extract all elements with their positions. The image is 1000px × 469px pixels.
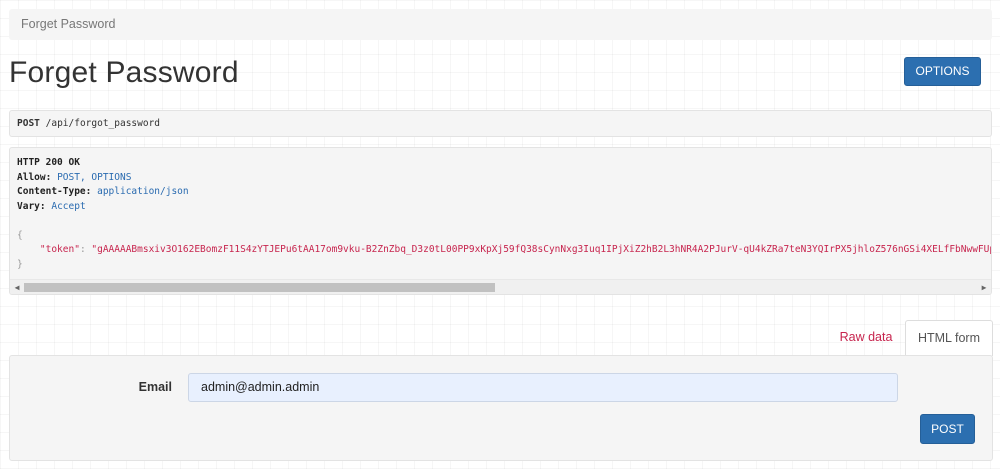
request-info: POST /api/forgot_password [9,110,992,137]
breadcrumb-current: Forget Password [21,17,116,31]
header-key: Allow: [17,171,52,183]
request-method: POST [17,118,40,129]
json-token-value: "gAAAAABmsxiv3O162EBomzF11S4zYTJEPu6tAA1… [91,244,992,255]
breadcrumb: Forget Password [9,9,992,40]
scroll-right-arrow-icon[interactable]: ▶ [977,280,991,294]
header-value: application/json [97,186,189,197]
header-value: Accept [51,200,86,212]
tab-raw-data[interactable]: Raw data [828,320,904,354]
json-open-brace: { [17,229,23,241]
post-button[interactable]: POST [920,414,975,444]
response-panel[interactable]: HTTP 200 OK Allow: POST, OPTIONS Content… [9,147,992,295]
page-title: Forget Password [9,56,239,89]
email-field[interactable]: admin@admin.admin [188,373,898,402]
header-key: Vary: [17,200,46,212]
response-content: HTTP 200 OK Allow: POST, OPTIONS Content… [10,148,991,272]
tab-html-form[interactable]: HTML form [905,320,993,356]
json-separator: : [79,244,92,255]
json-token-key: "token" [39,244,80,255]
email-label: Email [138,380,172,394]
scroll-left-arrow-icon[interactable]: ◀ [10,280,24,294]
json-close-brace: } [17,258,23,270]
scrollbar-thumb[interactable] [24,283,495,292]
html-form-panel: Email admin@admin.admin POST [9,355,993,461]
response-status: HTTP 200 OK [17,157,80,168]
horizontal-scrollbar[interactable]: ◀ ▶ [10,279,991,294]
request-path: /api/forgot_password [45,118,161,129]
header-key: Content-Type: [17,186,92,197]
header-value: POST, OPTIONS [57,171,132,183]
options-button[interactable]: OPTIONS [904,57,981,86]
